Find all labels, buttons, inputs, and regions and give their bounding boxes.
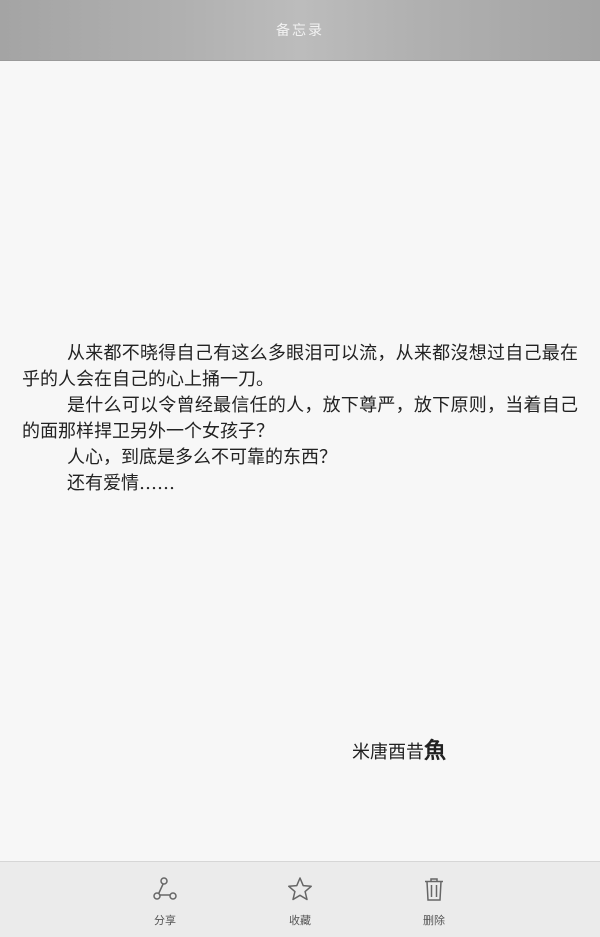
memo-content[interactable]: 从来都不晓得自己有这么多眼泪可以流，从来都沒想过自己最在乎的人会在自己的心上捅一… [0, 61, 600, 861]
memo-signature: 米唐酉昔魚 [352, 739, 446, 766]
share-label: 分享 [154, 914, 176, 927]
memo-body[interactable]: 从来都不晓得自己有这么多眼泪可以流，从来都沒想过自己最在乎的人会在自己的心上捅一… [22, 341, 578, 497]
memo-paragraph: 从来都不晓得自己有这么多眼泪可以流，从来都沒想过自己最在乎的人会在自己的心上捅一… [22, 343, 578, 390]
bottom-toolbar: 分享 收藏 删除 [0, 861, 600, 937]
delete-button[interactable]: 删除 [394, 876, 474, 928]
signature-text: 米唐酉昔 [352, 742, 424, 763]
favorite-label: 收藏 [289, 914, 311, 927]
favorite-button[interactable]: 收藏 [260, 876, 340, 928]
memo-paragraph: 是什么可以令曾经最信任的人，放下尊严，放下原则，当着自己的面那样捍卫另外一个女孩… [22, 395, 578, 442]
trash-icon [394, 876, 474, 902]
signature-char: 魚 [424, 739, 447, 764]
delete-label: 删除 [423, 914, 445, 927]
memo-paragraph: 还有爱情…… [67, 473, 175, 494]
share-icon [125, 876, 205, 902]
app-header: 备忘录 [0, 0, 600, 61]
star-icon [260, 876, 340, 902]
memo-paragraph: 人心，到底是多么不可靠的东西？ [67, 447, 337, 468]
page-title: 备忘录 [276, 23, 324, 39]
share-button[interactable]: 分享 [125, 876, 205, 928]
